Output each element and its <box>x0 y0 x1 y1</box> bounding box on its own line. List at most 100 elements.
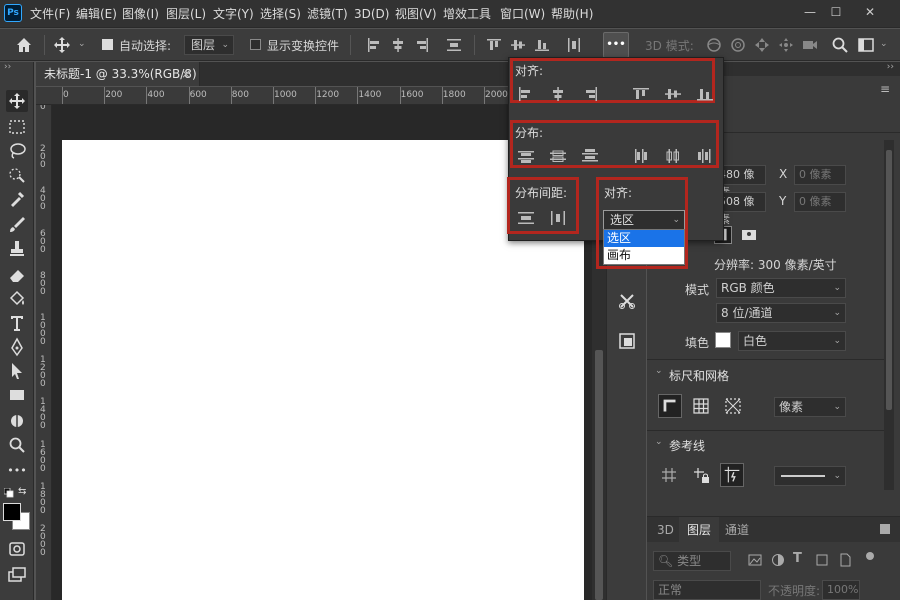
3d-pan-icon[interactable] <box>752 35 772 55</box>
option-canvas[interactable]: 画布 <box>604 247 684 264</box>
align-top-icon[interactable] <box>632 86 650 102</box>
foreground-color-swatch[interactable] <box>3 503 21 521</box>
eyedropper-tool-icon[interactable] <box>6 188 28 210</box>
chevron-down-icon[interactable]: ⌄ <box>655 437 663 447</box>
filter-toggle-icon[interactable] <box>866 552 874 560</box>
guide-style-dropdown[interactable]: ⌄ <box>774 466 846 486</box>
grid-toggle-icon[interactable] <box>690 395 712 417</box>
document-canvas[interactable] <box>62 140 584 600</box>
show-transform-checkbox[interactable] <box>250 39 261 50</box>
menu-view[interactable]: 视图(V) <box>395 0 437 28</box>
type-tool-icon[interactable] <box>6 312 28 334</box>
pen-tool-icon[interactable] <box>6 336 28 358</box>
menu-help[interactable]: 帮助(H) <box>551 0 593 28</box>
x-input[interactable]: 0 像素 <box>794 165 846 185</box>
align-hcenter-icon[interactable] <box>549 86 567 102</box>
filter-pixel-icon[interactable] <box>748 553 762 567</box>
filter-smart-object-icon[interactable] <box>838 553 852 567</box>
auto-select-target-dropdown[interactable]: 图层 ⌄ <box>184 35 234 55</box>
path-selection-tool-icon[interactable] <box>6 360 28 382</box>
more-tools-icon[interactable]: ••• <box>6 460 28 482</box>
minimize-button[interactable]: — <box>796 2 824 22</box>
maximize-button[interactable]: ☐ <box>822 2 850 22</box>
3d-camera-icon[interactable] <box>800 35 820 55</box>
fill-dropdown[interactable]: 白色 ⌄ <box>738 331 846 351</box>
align-right-icon[interactable] <box>581 86 599 102</box>
color-mode-dropdown[interactable]: RGB 颜色 ⌄ <box>716 278 846 298</box>
distribute-horizontal-icon[interactable] <box>564 35 584 55</box>
menu-image[interactable]: 图像(I) <box>122 0 159 28</box>
distribute-right-icon[interactable] <box>696 148 714 164</box>
lasso-tool-icon[interactable] <box>6 140 28 162</box>
align-left-icon[interactable] <box>517 86 535 102</box>
distribute-horizontal-spacing-icon[interactable] <box>549 210 567 226</box>
zoom-tool-icon[interactable] <box>6 434 28 456</box>
menu-file[interactable]: 文件(F) <box>30 0 70 28</box>
menu-layer[interactable]: 图层(L) <box>166 0 206 28</box>
stamp-tool-icon[interactable] <box>6 238 28 260</box>
fill-color-swatch[interactable] <box>715 332 731 348</box>
collapse-panels-icon[interactable]: ›› <box>887 62 894 72</box>
chevron-down-icon[interactable]: ⌄ <box>655 366 663 376</box>
chevron-down-icon[interactable]: ⌄ <box>880 39 888 49</box>
move-tool-icon[interactable] <box>6 90 28 112</box>
ruler-toggle-icon[interactable] <box>658 394 682 418</box>
distribute-vcenter-icon[interactable] <box>549 148 567 164</box>
menu-type[interactable]: 文字(Y) <box>213 0 254 28</box>
smart-guides-icon[interactable] <box>720 463 744 487</box>
distribute-vertical-spacing-icon[interactable] <box>517 210 535 226</box>
align-top-icon[interactable] <box>484 35 504 55</box>
3d-slide-icon[interactable] <box>776 35 796 55</box>
menu-filter[interactable]: 滤镜(T) <box>307 0 348 28</box>
distribute-bottom-icon[interactable] <box>581 148 599 164</box>
tools-preset-icon[interactable] <box>616 290 638 312</box>
tab-3d[interactable]: 3D <box>649 517 682 543</box>
align-left-icon[interactable] <box>364 35 384 55</box>
swap-colors-icon[interactable]: ⇆ <box>18 486 26 497</box>
quick-selection-tool-icon[interactable] <box>6 164 28 186</box>
ruler-units-dropdown[interactable]: 像素 ⌄ <box>774 397 846 417</box>
rotate-view-tool-icon[interactable] <box>6 410 28 432</box>
3d-roll-icon[interactable] <box>728 35 748 55</box>
menu-edit[interactable]: 编辑(E) <box>76 0 117 28</box>
rulers-grid-section-title[interactable]: 标尺和网格 <box>669 367 729 384</box>
lock-guides-icon[interactable] <box>690 464 712 486</box>
rectangle-tool-icon[interactable] <box>6 384 28 406</box>
tab-channels[interactable]: 通道 <box>717 517 757 543</box>
move-tool-icon[interactable] <box>52 35 72 55</box>
document-tab[interactable]: 未标题-1 @ 33.3%(RGB/8) × <box>36 62 200 86</box>
properties-panel-icon[interactable] <box>616 330 638 352</box>
opacity-input[interactable]: 100% <box>822 580 860 600</box>
align-to-select[interactable]: 选区 ⌄ <box>603 210 685 230</box>
align-bottom-icon[interactable] <box>696 86 714 102</box>
filter-type-icon[interactable]: T <box>793 551 802 566</box>
align-right-icon[interactable] <box>412 35 432 55</box>
quick-mask-icon[interactable] <box>6 538 28 560</box>
distribute-hcenter-icon[interactable] <box>664 148 682 164</box>
tab-layers[interactable]: 图层 <box>679 517 720 543</box>
scrollbar-thumb[interactable] <box>886 150 892 410</box>
screen-mode-icon[interactable] <box>6 564 28 586</box>
eraser-tool-icon[interactable] <box>6 264 28 286</box>
3d-orbit-icon[interactable] <box>704 35 724 55</box>
option-selection[interactable]: 选区 <box>604 230 684 247</box>
guides-section-title[interactable]: 参考线 <box>669 437 705 454</box>
blend-mode-dropdown[interactable]: 正常 <box>653 580 761 600</box>
filter-shape-icon[interactable] <box>815 553 829 567</box>
menu-window[interactable]: 窗口(W) <box>500 0 545 28</box>
close-tab-icon[interactable]: × <box>181 62 191 86</box>
more-options-button[interactable]: ••• <box>603 32 629 58</box>
bit-depth-dropdown[interactable]: 8 位/通道 ⌄ <box>716 303 846 323</box>
auto-select-checkbox[interactable] <box>102 39 113 50</box>
menu-3d[interactable]: 3D(D) <box>354 0 389 28</box>
search-icon[interactable] <box>830 35 850 55</box>
menu-plugins[interactable]: 增效工具 <box>443 0 491 28</box>
home-icon[interactable] <box>14 35 34 55</box>
distribute-left-icon[interactable] <box>632 148 650 164</box>
close-window-button[interactable]: ✕ <box>856 2 884 22</box>
marquee-tool-icon[interactable] <box>6 116 28 138</box>
chevron-down-icon[interactable]: ⌄ <box>78 39 86 49</box>
align-vcenter-icon[interactable] <box>664 86 682 102</box>
paint-bucket-tool-icon[interactable] <box>6 288 28 310</box>
distribute-top-icon[interactable] <box>517 148 535 164</box>
